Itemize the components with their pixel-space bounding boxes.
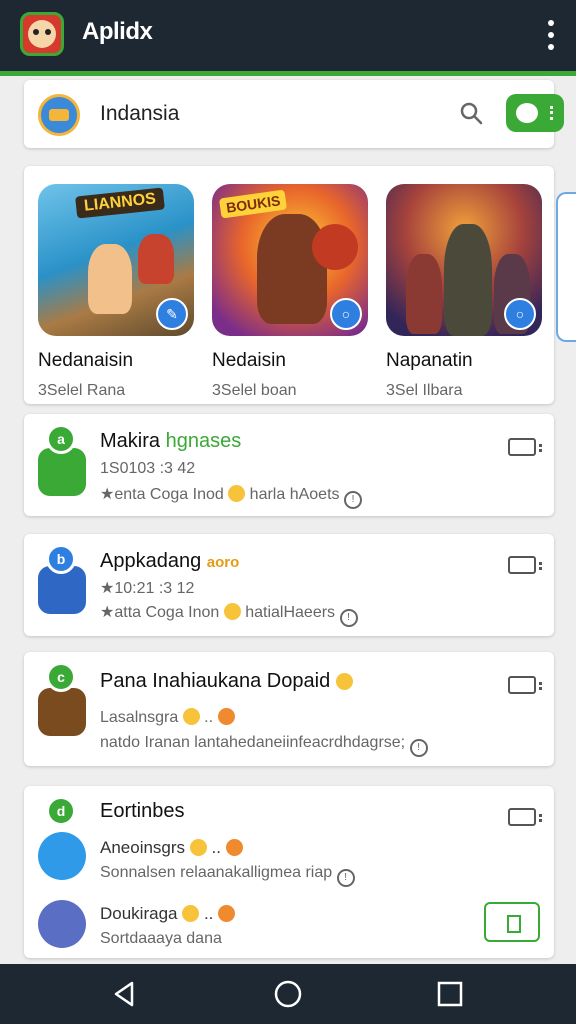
search-card: Indansia	[24, 80, 564, 148]
info-icon: !	[409, 739, 428, 757]
game-thumbnail[interactable]: ○	[386, 184, 542, 336]
feed-badge-icon: d	[46, 796, 76, 826]
open-button[interactable]	[484, 902, 540, 942]
feed-badge-icon: b	[46, 544, 76, 574]
contact-message: Sortdaaaya dana	[100, 930, 222, 947]
contact-avatar[interactable]	[38, 900, 86, 948]
app-logo-icon	[20, 12, 64, 56]
feed-app-icon[interactable]	[38, 688, 86, 736]
options-icon[interactable]	[508, 438, 542, 456]
search-icon[interactable]	[458, 100, 484, 126]
info-icon: !	[339, 609, 358, 627]
edit-badge-icon[interactable]: ○	[330, 298, 362, 330]
edit-badge-icon[interactable]: ○	[504, 298, 536, 330]
options-icon[interactable]	[508, 676, 542, 694]
featured-games-card: LIANNOS ✎ Nedanaisin 3Selel Rana BOUKIS …	[24, 166, 554, 404]
game-card[interactable]: BOUKIS ○ Nedaisin 3Selel boan	[212, 184, 368, 400]
game-logo-text: BOUKIS	[218, 189, 288, 219]
game-thumbnail[interactable]: LIANNOS ✎	[38, 184, 194, 336]
options-icon[interactable]	[508, 808, 542, 826]
feed-item[interactable]: c Pana Inahiaukana Dopaid Lasalnsgra .. …	[24, 652, 554, 766]
feed-title: Pana Inahiaukana Dopaid	[100, 670, 353, 693]
home-icon[interactable]	[272, 978, 304, 1010]
game-name: Napanatin	[386, 350, 473, 371]
info-icon: !	[336, 869, 355, 887]
contact-avatar[interactable]	[38, 832, 86, 880]
info-icon: !	[343, 491, 362, 509]
feed-meta: 1S0103 :3 42	[100, 460, 196, 477]
app-title: Aplidx	[82, 18, 153, 45]
game-logo-text: LIANNOS	[75, 187, 165, 219]
contact-message: Sonnalsen relaanakalligmea riap !	[100, 864, 355, 887]
recents-icon[interactable]	[434, 978, 466, 1010]
feed-badge-icon: a	[46, 424, 76, 454]
feed-item[interactable]: b Appkadang aoro ★10:21 :3 12 ★atta Coga…	[24, 534, 554, 636]
feed-title: Makira hgnases	[100, 430, 242, 452]
feed-detail: natdo Iranan lantahedaneiinfeacrdhdagrse…	[100, 734, 428, 757]
game-subtitle: 3Selel boan	[212, 382, 297, 399]
feed-detail: ★atta Coga Inon hatialHaeers !	[100, 602, 358, 627]
feed-item[interactable]: a Makira hgnases 1S0103 :3 42 ★enta Coga…	[24, 414, 554, 516]
region-avatar-icon[interactable]	[38, 94, 80, 136]
game-subtitle: 3Selel Rana	[38, 382, 126, 399]
edit-badge-icon[interactable]: ✎	[156, 298, 188, 330]
side-panel-handle[interactable]	[556, 192, 576, 342]
game-thumbnail[interactable]: BOUKIS ○	[212, 184, 368, 336]
feed-title: Appkadang aoro	[100, 550, 240, 572]
system-nav-bar	[0, 964, 576, 1024]
feed-meta: ★10:21 :3 12	[100, 580, 195, 597]
game-name: Nedanaisin	[38, 350, 134, 371]
chat-toggle-button[interactable]	[506, 94, 564, 132]
game-card[interactable]: LIANNOS ✎ Nedanaisin 3Selel Rana	[38, 184, 194, 400]
region-label: Indansia	[100, 102, 180, 125]
feed-item[interactable]: d Eortinbes Aneoinsgrs .. Sonnalsen rela…	[24, 786, 554, 958]
game-subtitle: 3Sel Ilbara	[386, 382, 463, 399]
options-icon[interactable]	[508, 556, 542, 574]
contact-name: Aneoinsgrs ..	[100, 838, 243, 858]
feed-meta: Lasalnsgra ..	[100, 708, 235, 727]
feed-detail: ★enta Coga Inod harla hAoets !	[100, 484, 362, 509]
feed-title: Eortinbes	[100, 800, 185, 822]
contact-name: Doukiraga ..	[100, 904, 236, 924]
back-icon[interactable]	[108, 978, 140, 1010]
overflow-menu-icon[interactable]	[546, 20, 556, 50]
feed-app-icon[interactable]	[38, 448, 86, 496]
top-app-bar: Aplidx	[0, 0, 576, 76]
feed-badge-icon: c	[46, 662, 76, 692]
game-card[interactable]: ○ Napanatin 3Sel Ilbara	[386, 184, 542, 400]
app-bar-accent-line	[0, 71, 576, 76]
game-name: Nedaisin	[212, 350, 286, 371]
